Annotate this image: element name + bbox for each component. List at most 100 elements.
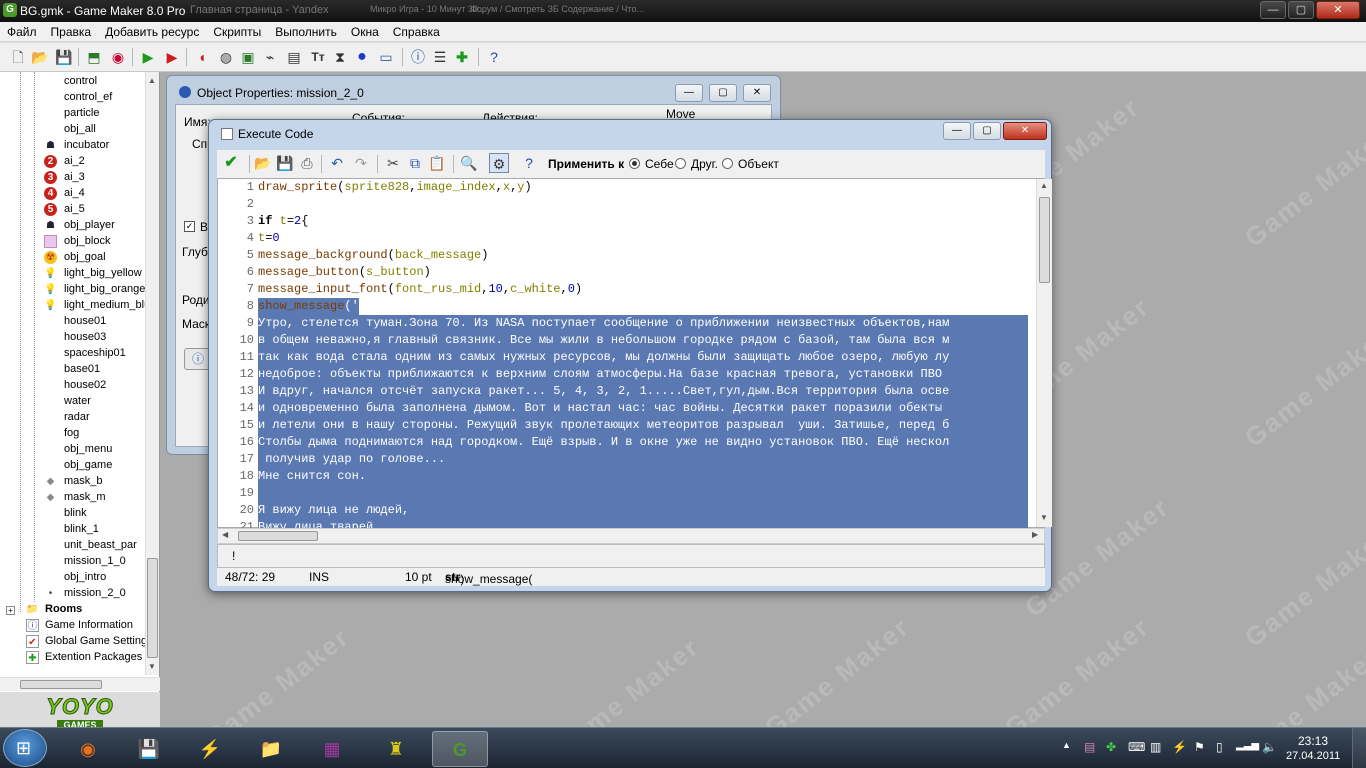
- tree-item[interactable]: 2 ai_2: [0, 154, 145, 170]
- tray-bolt-icon[interactable]: ⚡: [1172, 740, 1187, 754]
- tree-item[interactable]: radar: [0, 410, 145, 426]
- minimize-button[interactable]: —: [1260, 1, 1286, 19]
- cut-icon[interactable]: ✂: [383, 153, 403, 173]
- maximize-button[interactable]: ▢: [1288, 1, 1314, 19]
- room-icon[interactable]: ▭: [376, 47, 396, 67]
- undo-icon[interactable]: ↶: [327, 153, 347, 173]
- expand-icon[interactable]: +: [6, 606, 15, 615]
- radio-self[interactable]: [629, 158, 640, 169]
- tree-item[interactable]: 💡 light_big_orange: [0, 282, 145, 298]
- menu-windows[interactable]: Окна: [344, 25, 386, 39]
- code-line[interactable]: и одновременно была заполнена дымом. Вот…: [258, 400, 1028, 417]
- minimize-button[interactable]: —: [675, 84, 703, 102]
- code-line[interactable]: message_background(back_message): [258, 247, 1028, 264]
- tree-item[interactable]: fog: [0, 426, 145, 442]
- winamp-icon[interactable]: ⚡: [182, 731, 238, 767]
- tray-device-icon[interactable]: ▯: [1216, 740, 1223, 754]
- run-icon[interactable]: ▶: [138, 47, 158, 67]
- start-button[interactable]: ⊞: [3, 729, 47, 767]
- game-settings-icon[interactable]: ☰: [430, 47, 450, 67]
- tray-keyboard-icon[interactable]: ⌨: [1128, 740, 1145, 754]
- code-line[interactable]: t=0: [258, 230, 1028, 247]
- minimize-button[interactable]: —: [943, 122, 971, 140]
- firefox-icon[interactable]: ◉: [60, 731, 116, 767]
- menu-scripts[interactable]: Скрипты: [206, 25, 268, 39]
- volume-icon[interactable]: 🔈: [1262, 740, 1277, 754]
- menu-help[interactable]: Справка: [386, 25, 447, 39]
- network-icon[interactable]: ▂▃▅: [1236, 740, 1259, 751]
- editor-horizontal-scrollbar[interactable]: ◀ ▶: [217, 528, 1045, 544]
- tree-item[interactable]: mission_1_0: [0, 554, 145, 570]
- tree-item[interactable]: house03: [0, 330, 145, 346]
- tree-item[interactable]: obj_menu: [0, 442, 145, 458]
- clock-time[interactable]: 23:13: [1298, 734, 1328, 748]
- code-line[interactable]: message_input_font(font_rus_mid,10,c_whi…: [258, 281, 1028, 298]
- code-line[interactable]: show_message(': [258, 298, 1028, 315]
- tree-item[interactable]: 💡 light_big_yellow: [0, 266, 145, 282]
- create-executable-icon[interactable]: ⬒: [84, 47, 104, 67]
- code-line[interactable]: Мне снится сон.: [258, 468, 1028, 485]
- tree-item[interactable]: control_ef: [0, 90, 145, 106]
- tree-item[interactable]: ☗ obj_player: [0, 218, 145, 234]
- save-icon[interactable]: 💾: [275, 153, 295, 173]
- tree-item[interactable]: ☢ obj_goal: [0, 250, 145, 266]
- tree-item[interactable]: particle: [0, 106, 145, 122]
- redo-icon[interactable]: ↷: [351, 153, 371, 173]
- game-info-icon[interactable]: ⓘ: [408, 47, 428, 67]
- tree-item[interactable]: • mission_2_0: [0, 586, 145, 602]
- code-line[interactable]: Столбы дыма поднимаются над городком. Ещ…: [258, 434, 1028, 451]
- tree-group[interactable]: 📁 Rooms: [0, 602, 145, 618]
- code-line[interactable]: недоброе: объекты приближаются к верхним…: [258, 366, 1028, 383]
- tree-item[interactable]: control: [0, 74, 145, 90]
- tray-app-icon[interactable]: ▤: [1084, 740, 1095, 754]
- code-line[interactable]: И вдруг, начался отсчёт запуска ракет...…: [258, 383, 1028, 400]
- tree-item[interactable]: water: [0, 394, 145, 410]
- radio-object[interactable]: [722, 158, 733, 169]
- close-button[interactable]: ✕: [1003, 122, 1047, 140]
- save-icon[interactable]: 💾: [54, 47, 74, 67]
- menu-add-resource[interactable]: Добавить ресурс: [98, 25, 206, 39]
- game-icon[interactable]: ♜: [368, 731, 424, 767]
- show-desktop-button[interactable]: [1352, 728, 1366, 768]
- open-icon[interactable]: 📂: [30, 47, 50, 67]
- code-line[interactable]: [258, 196, 1028, 213]
- code-line[interactable]: [258, 485, 1028, 502]
- tray-expand-icon[interactable]: ▲: [1062, 740, 1071, 750]
- menu-run[interactable]: Выполнить: [268, 25, 344, 39]
- tree-item[interactable]: obj_all: [0, 122, 145, 138]
- sound-icon[interactable]: ◍: [216, 47, 236, 67]
- new-icon[interactable]: 🗋: [8, 47, 28, 67]
- code-line[interactable]: Утро, стелется туман.Зона 70. Из NASA по…: [258, 315, 1028, 332]
- editor-vertical-scrollbar[interactable]: ▲ ▼: [1036, 179, 1052, 527]
- tray-flag-icon[interactable]: ⚑: [1194, 740, 1205, 754]
- tree-group[interactable]: ⓘ Game Information: [0, 618, 145, 634]
- find-icon[interactable]: 🔍: [459, 153, 479, 173]
- radio-other[interactable]: [675, 158, 686, 169]
- tree-item[interactable]: blink_1: [0, 522, 145, 538]
- code-settings-icon[interactable]: ⚙: [489, 153, 509, 173]
- tree-group[interactable]: ✔ Global Game Settings: [0, 634, 145, 650]
- tree-horizontal-scrollbar[interactable]: [0, 677, 160, 691]
- tree-item[interactable]: ■ obj_block: [0, 234, 145, 250]
- explorer-icon[interactable]: 📁: [243, 731, 299, 767]
- tree-item[interactable]: house01: [0, 314, 145, 330]
- timeline-icon[interactable]: ⧗: [330, 47, 350, 67]
- code-line[interactable]: в общем неважно,я главный связник. Все м…: [258, 332, 1028, 349]
- font-icon[interactable]: Tт: [308, 47, 328, 67]
- help-icon[interactable]: ?: [519, 153, 539, 173]
- tree-item[interactable]: 5 ai_5: [0, 202, 145, 218]
- tree-item[interactable]: unit_beast_par: [0, 538, 145, 554]
- path-icon[interactable]: ⌁: [260, 47, 280, 67]
- tree-item[interactable]: 💡 light_medium_blue: [0, 298, 145, 314]
- object-icon[interactable]: ●: [352, 47, 372, 67]
- code-line[interactable]: draw_sprite(sprite828,image_index,x,y): [258, 179, 1028, 196]
- tree-item[interactable]: ◆ mask_m: [0, 490, 145, 506]
- tree-item[interactable]: ☗ incubator: [0, 138, 145, 154]
- tree-item[interactable]: 4 ai_4: [0, 186, 145, 202]
- open-icon[interactable]: 📂: [253, 153, 273, 173]
- script-icon[interactable]: ▤: [284, 47, 304, 67]
- code-line[interactable]: Я вижу лица не людей,: [258, 502, 1028, 519]
- tree-item[interactable]: ◆ mask_b: [0, 474, 145, 490]
- tree-item[interactable]: obj_game: [0, 458, 145, 474]
- tree-item[interactable]: blink: [0, 506, 145, 522]
